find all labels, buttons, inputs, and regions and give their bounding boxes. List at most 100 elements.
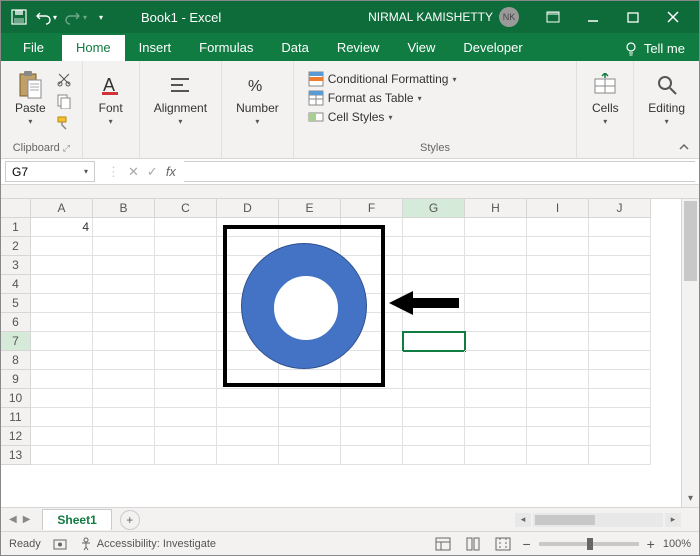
cell[interactable]: 4 [31, 218, 93, 237]
cell[interactable] [403, 294, 465, 313]
cell[interactable] [527, 256, 589, 275]
column-header[interactable]: C [155, 199, 217, 218]
cell[interactable] [403, 256, 465, 275]
row-header[interactable]: 8 [1, 351, 31, 370]
vertical-scrollbar[interactable]: ▴ ▾ [681, 199, 699, 507]
tab-view[interactable]: View [393, 35, 449, 61]
cell[interactable] [93, 313, 155, 332]
cell[interactable] [527, 313, 589, 332]
column-header[interactable]: H [465, 199, 527, 218]
cell[interactable] [589, 446, 651, 465]
cancel-formula-button[interactable]: ✕ [128, 164, 139, 180]
cell[interactable] [93, 408, 155, 427]
cell[interactable] [341, 237, 403, 256]
cell[interactable] [155, 237, 217, 256]
row-header[interactable]: 4 [1, 275, 31, 294]
cells-button[interactable]: Cells ▾ [585, 67, 625, 130]
cell[interactable] [527, 370, 589, 389]
cut-button[interactable] [56, 71, 74, 89]
zoom-level[interactable]: 100% [663, 538, 691, 550]
name-box[interactable]: G7 ▾ [5, 161, 95, 182]
cell[interactable] [279, 408, 341, 427]
row-header[interactable]: 7 [1, 332, 31, 351]
cell[interactable] [403, 218, 465, 237]
cell[interactable] [527, 294, 589, 313]
row-header[interactable]: 6 [1, 313, 31, 332]
cell[interactable] [31, 313, 93, 332]
ribbon-display-options[interactable] [533, 1, 573, 33]
cell[interactable] [589, 218, 651, 237]
cell[interactable] [527, 332, 589, 351]
cell[interactable] [31, 389, 93, 408]
maximize-button[interactable] [613, 1, 653, 33]
cell[interactable] [341, 294, 403, 313]
tab-review[interactable]: Review [323, 35, 394, 61]
cell[interactable] [589, 275, 651, 294]
sheet-next-button[interactable]: ▶ [23, 514, 31, 525]
cell[interactable] [93, 446, 155, 465]
column-header[interactable]: J [589, 199, 651, 218]
row-header[interactable]: 12 [1, 427, 31, 446]
cell[interactable] [403, 446, 465, 465]
column-header[interactable]: F [341, 199, 403, 218]
cell[interactable] [589, 408, 651, 427]
cell[interactable] [465, 294, 527, 313]
cell[interactable] [155, 294, 217, 313]
cell[interactable] [465, 218, 527, 237]
column-header[interactable]: B [93, 199, 155, 218]
cell[interactable] [403, 313, 465, 332]
cell[interactable] [217, 370, 279, 389]
cell[interactable] [341, 256, 403, 275]
cell-grid[interactable]: ABCDEFGHIJ142345678910111213 [1, 199, 651, 507]
cell[interactable] [341, 351, 403, 370]
enter-formula-button[interactable]: ✓ [147, 164, 158, 180]
cell[interactable] [279, 313, 341, 332]
scrollbar-thumb[interactable] [684, 201, 697, 281]
cell[interactable] [31, 237, 93, 256]
cell[interactable] [31, 408, 93, 427]
fx-icon[interactable]: fx [166, 164, 176, 179]
cell[interactable] [465, 427, 527, 446]
row-header[interactable]: 1 [1, 218, 31, 237]
row-header[interactable]: 11 [1, 408, 31, 427]
cell[interactable] [217, 294, 279, 313]
copy-button[interactable] [56, 93, 74, 111]
page-layout-view-button[interactable] [462, 535, 484, 553]
cell[interactable] [527, 408, 589, 427]
tab-insert[interactable]: Insert [125, 35, 186, 61]
cell[interactable] [217, 237, 279, 256]
cell[interactable] [465, 446, 527, 465]
cell[interactable] [279, 294, 341, 313]
normal-view-button[interactable] [432, 535, 454, 553]
column-header[interactable]: I [527, 199, 589, 218]
cell[interactable] [31, 370, 93, 389]
cell[interactable] [217, 256, 279, 275]
alignment-button[interactable]: Alignment ▾ [148, 67, 213, 130]
row-header[interactable]: 3 [1, 256, 31, 275]
cell[interactable] [279, 275, 341, 294]
cell[interactable] [155, 218, 217, 237]
undo-button[interactable]: ▾ [35, 9, 57, 25]
cell[interactable] [465, 332, 527, 351]
cell[interactable] [217, 389, 279, 408]
cell[interactable] [589, 351, 651, 370]
cell[interactable] [589, 237, 651, 256]
qat-customize[interactable]: ▾ [99, 13, 103, 22]
cell[interactable] [279, 218, 341, 237]
column-header[interactable]: E [279, 199, 341, 218]
row-header[interactable]: 10 [1, 389, 31, 408]
cell[interactable] [341, 389, 403, 408]
cell[interactable] [589, 427, 651, 446]
cell[interactable] [465, 351, 527, 370]
cell[interactable] [279, 237, 341, 256]
scroll-down-button[interactable]: ▾ [682, 489, 699, 507]
scroll-right-button[interactable]: ▸ [665, 513, 681, 527]
cell[interactable] [217, 275, 279, 294]
cell[interactable] [465, 370, 527, 389]
cell[interactable] [403, 389, 465, 408]
cell[interactable] [403, 370, 465, 389]
cell[interactable] [93, 294, 155, 313]
cell[interactable] [279, 370, 341, 389]
cell[interactable] [93, 351, 155, 370]
row-header[interactable]: 5 [1, 294, 31, 313]
